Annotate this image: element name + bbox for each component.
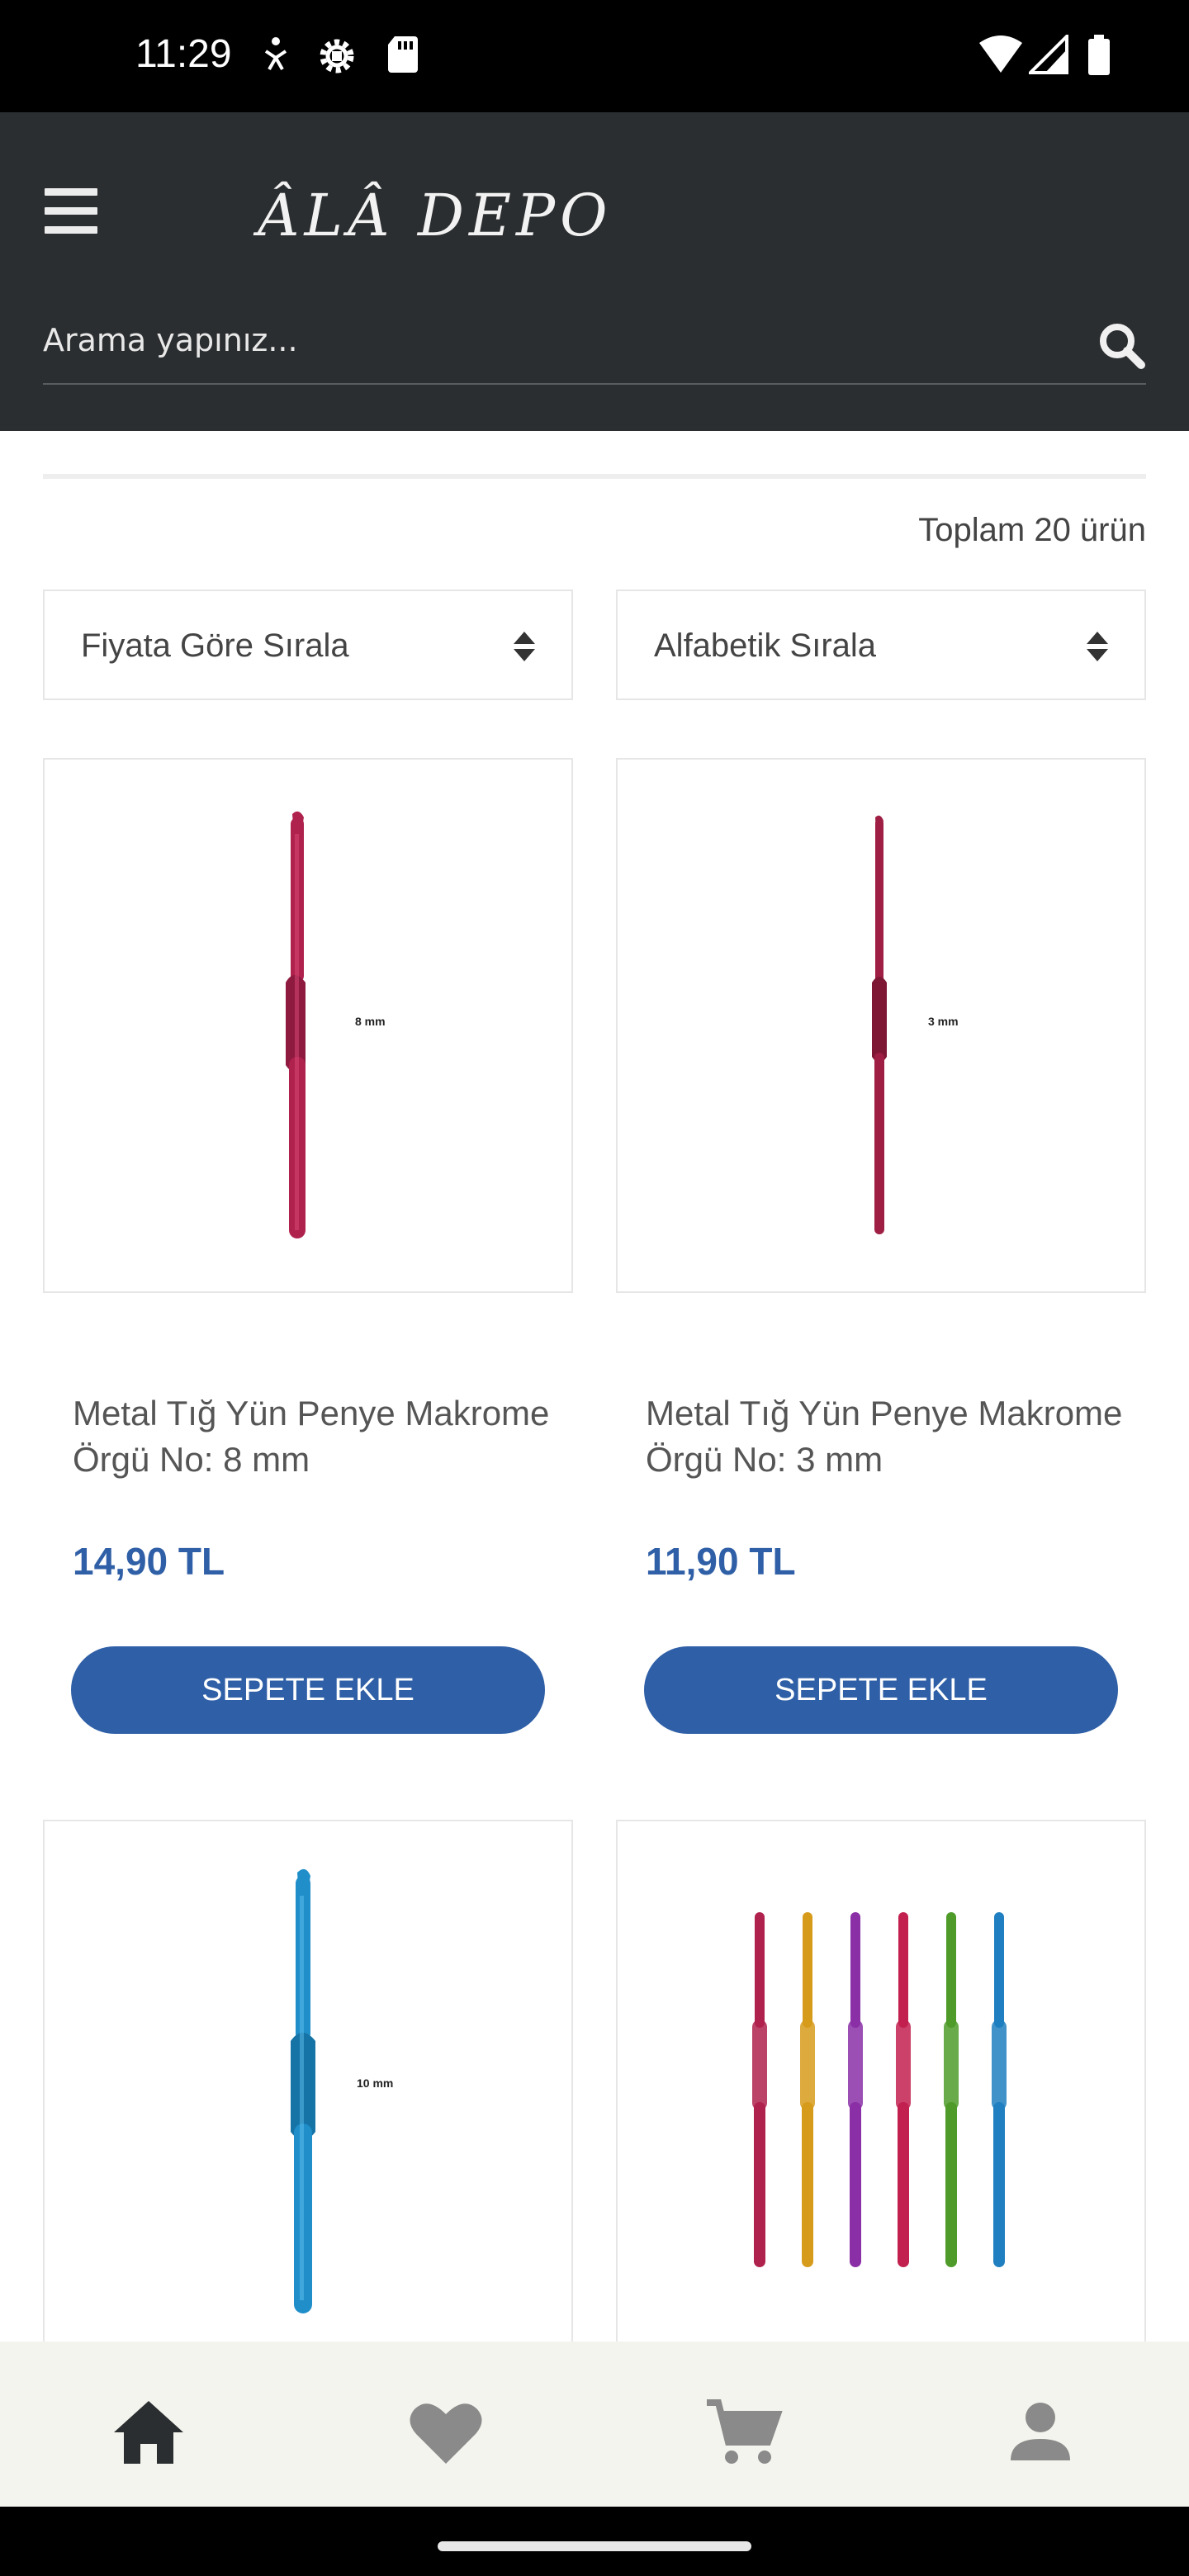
crochet-hook [848, 1912, 863, 2267]
heart-icon[interactable] [405, 2391, 487, 2474]
sort-alphabetical-label: Alfabetik Sırala [654, 627, 877, 664]
product-image[interactable]: 3 mm [616, 758, 1146, 1293]
product-image[interactable] [616, 1820, 1146, 2348]
crochet-hook-image [286, 811, 306, 1238]
sort-alphabetical-select[interactable]: Alfabetik Sırala [616, 590, 1146, 700]
crochet-hook-set-image [752, 1912, 1007, 2267]
size-label: 10 mm [357, 2076, 393, 2090]
crochet-hook [896, 1912, 911, 2267]
size-label: 3 mm [928, 1015, 959, 1028]
status-time: 11:29 [135, 32, 232, 76]
sort-arrows-icon [1087, 632, 1108, 661]
bottom-navigation [0, 2342, 1189, 2507]
sort-by-price-label: Fiyata Göre Sırala [81, 627, 349, 664]
cart-icon[interactable] [702, 2391, 784, 2474]
search-icon[interactable] [1097, 320, 1146, 370]
signal-icon [1029, 35, 1068, 74]
app-header: ÂLÂ DEPO [0, 112, 1189, 431]
settings-gear-icon [320, 39, 354, 73]
product-name[interactable]: Metal Tığ Yün Penye Makrome Örgü No: 8 m… [73, 1390, 552, 1483]
store-logo[interactable]: ÂLÂ DEPO [258, 182, 613, 256]
product-price: 14,90 TL [73, 1540, 225, 1583]
crochet-hook-image [872, 815, 887, 1234]
add-to-cart-button[interactable]: SEPETE EKLE [644, 1646, 1118, 1734]
add-to-cart-button[interactable]: SEPETE EKLE [71, 1646, 545, 1734]
battery-icon [1088, 35, 1110, 75]
size-label: 8 mm [355, 1015, 386, 1028]
sd-card-icon [388, 36, 418, 73]
crochet-hook [992, 1912, 1007, 2267]
wifi-icon [979, 36, 1022, 73]
gesture-navigation-area [0, 2507, 1189, 2576]
accessibility-icon [264, 37, 287, 70]
crochet-hook-image [291, 1868, 315, 2313]
product-image[interactable]: 10 mm [43, 1820, 573, 2348]
home-icon[interactable] [107, 2391, 190, 2474]
sort-arrows-icon [514, 632, 535, 661]
search-bar [43, 299, 1146, 385]
top-divider [43, 474, 1146, 479]
status-bar: 11:29 [0, 0, 1189, 112]
total-count: Toplam 20 ürün [918, 512, 1146, 548]
product-image[interactable]: 8 mm [43, 758, 573, 1293]
crochet-hook [800, 1912, 815, 2267]
gesture-bar[interactable] [438, 2541, 751, 2551]
search-input[interactable] [43, 299, 1067, 381]
crochet-hook [752, 1912, 767, 2267]
product-price: 11,90 TL [646, 1540, 796, 1583]
person-icon[interactable] [999, 2391, 1082, 2474]
product-name[interactable]: Metal Tığ Yün Penye Makrome Örgü No: 3 m… [646, 1390, 1125, 1483]
crochet-hook [944, 1912, 959, 2267]
sort-by-price-select[interactable]: Fiyata Göre Sırala [43, 590, 573, 700]
hamburger-menu-icon[interactable] [45, 188, 97, 234]
